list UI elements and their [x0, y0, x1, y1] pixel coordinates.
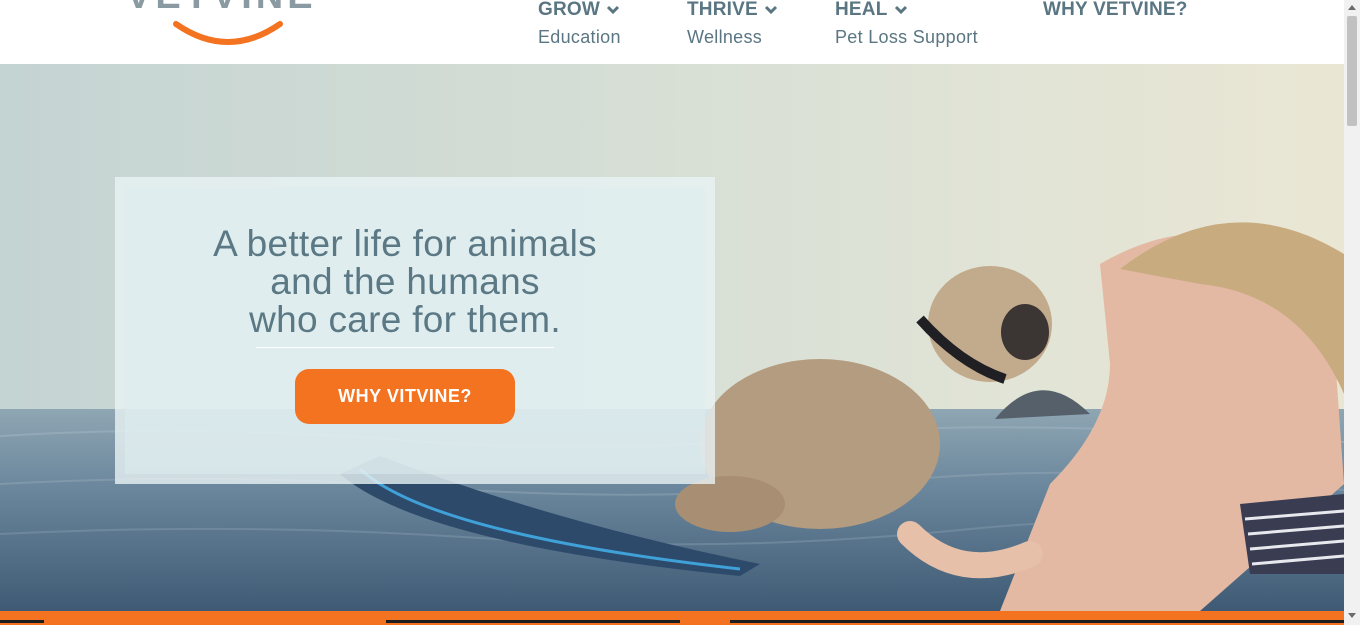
hero-banner: A better life for animals and the humans… — [0, 64, 1344, 611]
nav-heal-label: HEAL — [835, 0, 888, 20]
nav-grow[interactable]: GROW Education — [538, 0, 621, 48]
nav-why-vetvine-label: WHY VETVINE? — [1043, 0, 1188, 20]
nav-thrive[interactable]: THRIVE Wellness — [687, 0, 778, 48]
orange-footer-bar — [0, 611, 1344, 625]
logo-text: VETVINE — [126, 0, 317, 17]
nav-thrive-label: THRIVE — [687, 0, 758, 20]
site-header: VETVINE GROW Education THRIVE Wellness H… — [0, 0, 1344, 64]
vetvine-logo[interactable]: VETVINE — [118, 0, 328, 48]
hero-headline-line-3: who care for them. — [249, 299, 561, 340]
hero-headline-line-1: A better life for animals — [213, 223, 597, 264]
chevron-down-icon — [606, 5, 620, 15]
nav-heal[interactable]: HEAL Pet Loss Support — [835, 0, 978, 48]
nav-grow-label: GROW — [538, 0, 601, 20]
vertical-scrollbar[interactable] — [1344, 0, 1360, 625]
chevron-down-icon — [894, 5, 907, 15]
scrollbar-thumb[interactable] — [1347, 16, 1357, 126]
scroll-down-arrow-icon[interactable] — [1348, 611, 1356, 619]
promo-card: A better life for animals and the humans… — [115, 177, 715, 484]
nav-why-vetvine[interactable]: WHY VETVINE? — [1043, 0, 1188, 20]
chevron-down-icon — [764, 5, 777, 15]
scroll-up-arrow-icon[interactable] — [1348, 4, 1356, 12]
headline-divider — [256, 347, 554, 348]
hero-headline-line-2: and the humans — [270, 261, 540, 302]
why-vitvine-button[interactable]: WHY VITVINE? — [295, 369, 515, 424]
nav-heal-subtitle: Pet Loss Support — [835, 27, 978, 47]
hero-headline: A better life for animals and the humans… — [115, 225, 695, 339]
nav-thrive-subtitle: Wellness — [687, 27, 763, 47]
nav-grow-subtitle: Education — [538, 27, 621, 47]
